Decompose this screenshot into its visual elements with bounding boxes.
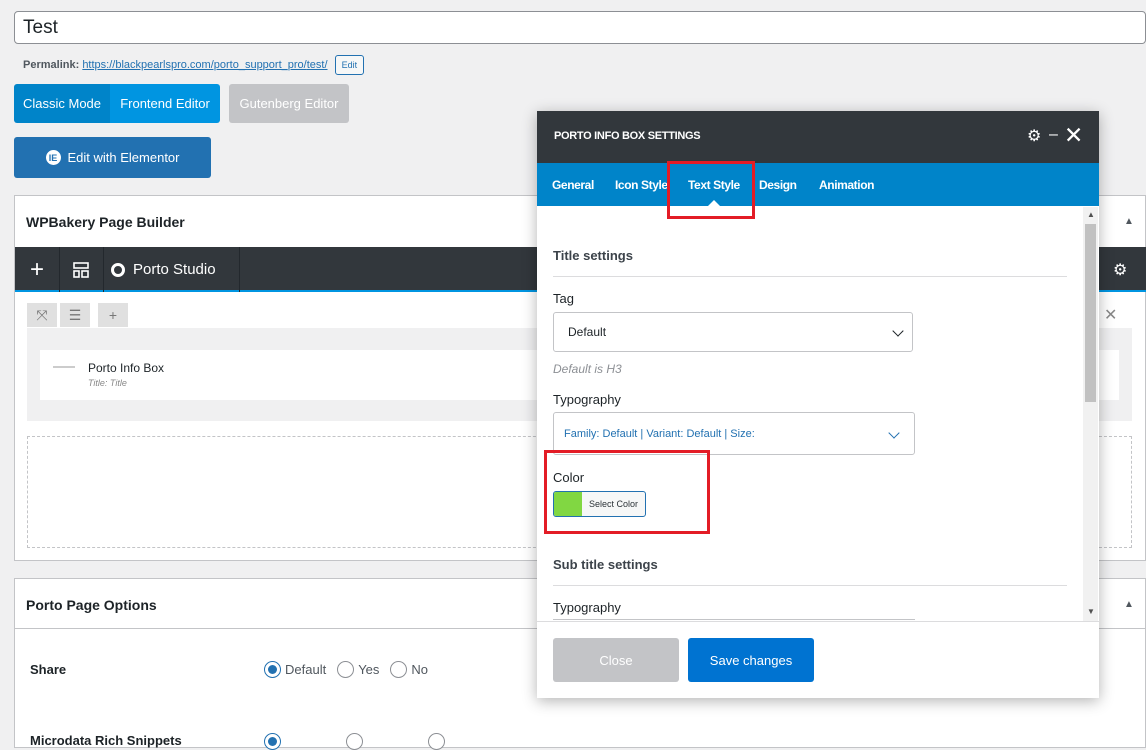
porto-studio-label: Porto Studio — [133, 261, 216, 278]
element-subtitle: Title: Title — [88, 378, 127, 388]
frontend-editor-button[interactable]: Frontend Editor — [110, 84, 220, 123]
share-option-no[interactable]: No — [390, 661, 428, 678]
share-label: Share — [30, 662, 67, 677]
radio-icon[interactable] — [428, 733, 445, 750]
permalink-edit-button[interactable]: Edit — [334, 55, 365, 75]
modal-footer-divider — [537, 621, 1099, 622]
porto-studio-button[interactable]: Porto Studio — [103, 247, 240, 292]
modal-minimize-icon[interactable]: – — [1049, 126, 1058, 144]
elementor-icon: IE — [45, 150, 61, 165]
edit-with-elementor-button[interactable]: IE Edit with Elementor — [14, 137, 211, 178]
radio-icon[interactable] — [337, 661, 355, 678]
plus-icon: + — [29, 255, 44, 283]
share-radio-group: Default Yes No — [264, 661, 439, 678]
modal-settings-gear-icon[interactable]: ⚙ — [1027, 126, 1041, 146]
chevron-down-icon — [892, 325, 904, 337]
row-add-icon[interactable]: + — [98, 303, 128, 327]
add-element-button[interactable]: + — [15, 247, 60, 292]
subtitle-typography-label: Typography — [553, 600, 621, 615]
element-thumbnail — [53, 366, 75, 368]
scroll-down-icon[interactable]: ▼ — [1087, 607, 1095, 616]
gutenberg-editor-button[interactable]: Gutenberg Editor — [229, 84, 349, 123]
layout-icon — [73, 261, 89, 278]
subtitle-settings-heading: Sub title settings — [553, 557, 658, 572]
options-collapse-icon[interactable]: ▲ — [1124, 599, 1134, 610]
element-name: Porto Info Box — [88, 361, 165, 375]
save-changes-button[interactable]: Save changes — [688, 638, 814, 682]
modal-title: PORTO INFO BOX SETTINGS — [554, 130, 701, 142]
microdata-option-default[interactable] — [264, 733, 285, 750]
templates-button[interactable] — [59, 247, 104, 292]
elementor-button-label: Edit with Elementor — [67, 150, 180, 165]
radio-icon[interactable] — [346, 733, 363, 750]
modal-tabs: General Icon Style Text Style Design Ani… — [537, 163, 1099, 206]
microdata-option-disable[interactable] — [428, 733, 449, 750]
row-move-icon[interactable]: ⤧ — [27, 303, 57, 327]
wpbakery-settings-gear-icon[interactable]: ⚙ — [1113, 260, 1127, 280]
title-settings-heading: Title settings — [553, 248, 633, 263]
modal-close-icon[interactable]: ✕ — [1064, 122, 1083, 149]
radio-checked-icon[interactable] — [264, 733, 281, 750]
share-option-default[interactable]: Default — [264, 661, 326, 678]
microdata-radio-group — [264, 733, 460, 750]
microdata-option-enable[interactable] — [346, 733, 367, 750]
porto-page-options-title: Porto Page Options — [26, 597, 157, 613]
tab-design[interactable]: Design — [759, 163, 797, 206]
porto-studio-icon — [111, 262, 125, 277]
permalink-link[interactable]: https://blackpearlspro.com/porto_support… — [82, 59, 327, 71]
post-title-input[interactable]: Test — [14, 11, 1146, 44]
scroll-up-icon[interactable]: ▲ — [1087, 210, 1095, 219]
radio-checked-icon[interactable] — [264, 661, 281, 678]
tag-select[interactable]: Default — [553, 312, 913, 352]
wpbakery-title: WPBakery Page Builder — [26, 214, 185, 230]
classic-mode-button[interactable]: Classic Mode — [14, 84, 110, 123]
tab-general[interactable]: General — [552, 163, 594, 206]
title-typography-value: Family: Default | Variant: Default | Siz… — [564, 427, 755, 440]
chevron-down-icon — [888, 426, 900, 439]
tag-hint: Default is H3 — [553, 362, 622, 376]
tab-icon-style[interactable]: Icon Style — [615, 163, 668, 206]
text-style-tab-highlight — [667, 161, 755, 219]
permalink-label: Permalink: — [23, 58, 80, 71]
tab-animation[interactable]: Animation — [819, 163, 874, 206]
radio-icon[interactable] — [390, 661, 408, 678]
tag-select-value: Default — [568, 325, 607, 339]
subtitle-settings-divider — [553, 585, 1067, 586]
modal-scrollbar-thumb[interactable] — [1085, 224, 1096, 402]
typography-label: Typography — [553, 392, 621, 407]
row-layout-icon[interactable]: ☰ — [60, 303, 90, 327]
tag-label: Tag — [553, 291, 574, 306]
wpbakery-collapse-icon[interactable]: ▲ — [1124, 216, 1134, 227]
permalink-row: Permalink: https://blackpearlspro.com/po… — [23, 55, 365, 75]
close-button[interactable]: Close — [553, 638, 679, 682]
row-delete-icon[interactable]: ✕ — [1104, 305, 1117, 325]
share-option-yes[interactable]: Yes — [337, 661, 379, 678]
color-field-highlight — [544, 450, 710, 534]
title-settings-divider — [553, 276, 1067, 277]
title-typography-select[interactable]: Family: Default | Variant: Default | Siz… — [553, 412, 915, 455]
